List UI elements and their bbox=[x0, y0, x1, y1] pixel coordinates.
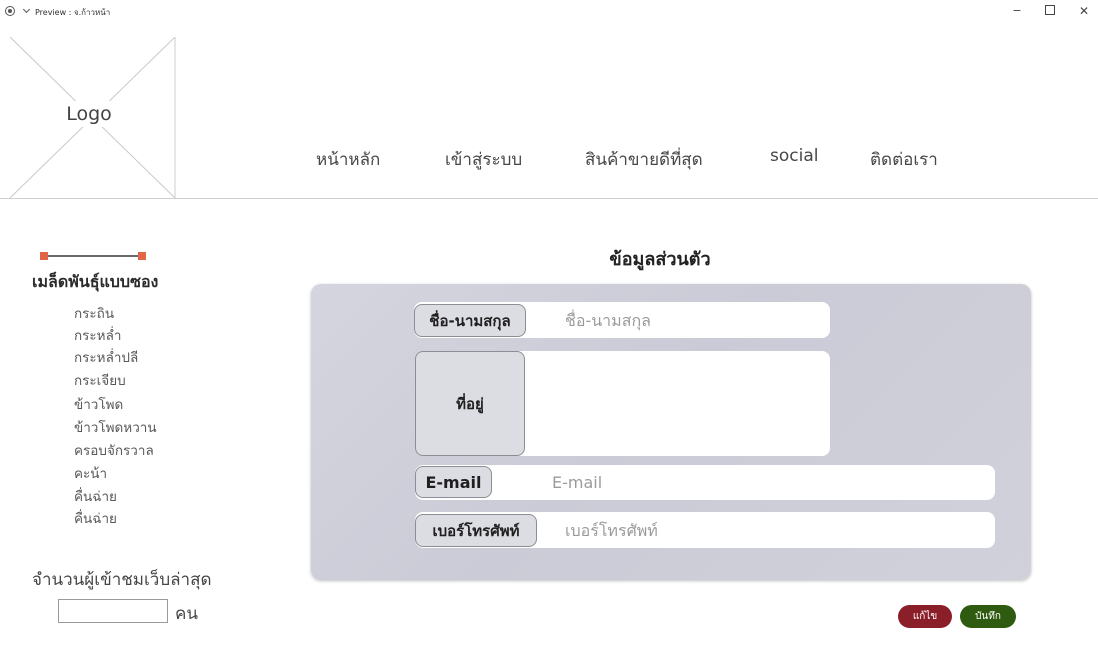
edit-button[interactable]: แก้ไข bbox=[898, 605, 952, 628]
range-slider-handle-min[interactable] bbox=[40, 252, 48, 260]
visitor-count-unit: คน bbox=[175, 604, 198, 624]
window-titlebar bbox=[0, 0, 1098, 22]
email-input[interactable] bbox=[415, 465, 995, 500]
nav-contact[interactable]: ติดต่อเรา bbox=[870, 146, 938, 173]
visitor-count-field[interactable] bbox=[58, 599, 168, 623]
sidebar-item[interactable]: คื่นฉ่าย bbox=[74, 485, 117, 507]
sidebar-item[interactable]: ครอบจักรวาล bbox=[74, 439, 154, 461]
email-row: E-mail bbox=[415, 465, 995, 500]
sidebar-item[interactable]: กระหล่ำ bbox=[74, 324, 121, 346]
address-row: ที่อยู่ bbox=[415, 351, 830, 456]
email-label: E-mail bbox=[415, 466, 492, 498]
save-button[interactable]: บันทึก bbox=[960, 605, 1016, 628]
sidebar-item[interactable]: ข้าวโพด bbox=[74, 393, 123, 415]
minimize-icon[interactable]: − bbox=[1007, 4, 1027, 18]
sidebar-item[interactable]: กระหล่ำปลี bbox=[74, 346, 138, 368]
header-divider bbox=[0, 198, 1098, 199]
nav-bestsellers[interactable]: สินค้าขายดีที่สุด bbox=[585, 146, 703, 173]
nav-home[interactable]: หน้าหลัก bbox=[316, 146, 380, 173]
form-title: ข้อมูลส่วนตัว bbox=[609, 249, 711, 270]
sidebar-item[interactable]: คื่นฉ่าย bbox=[74, 507, 117, 529]
name-row: ชื่อ-นามสกุล bbox=[414, 302, 830, 338]
logo-text: Logo bbox=[10, 101, 168, 127]
address-label: ที่อยู่ bbox=[415, 351, 525, 456]
window-title: Preview : จ.ก้าวหน้า bbox=[35, 8, 111, 17]
sidebar-item[interactable]: กระเจียบ bbox=[74, 369, 126, 391]
phone-row: เบอร์โทรศัพท์ bbox=[415, 512, 995, 548]
sidebar-item[interactable]: คะน้า bbox=[74, 462, 107, 484]
nav-login[interactable]: เข้าสู่ระบบ bbox=[445, 146, 522, 173]
nav-social[interactable]: social bbox=[770, 146, 818, 166]
maximize-icon[interactable] bbox=[1040, 4, 1060, 18]
sidebar-heading: เมล็ดพันธุ์แบบซอง bbox=[32, 272, 159, 291]
phone-label: เบอร์โทรศัพท์ bbox=[415, 514, 537, 547]
range-slider-track[interactable] bbox=[44, 255, 142, 257]
sidebar-item[interactable]: กระถิน bbox=[74, 302, 114, 324]
name-label: ชื่อ-นามสกุล bbox=[414, 304, 526, 337]
sidebar-item[interactable]: ข้าวโพดหวาน bbox=[74, 416, 157, 438]
close-icon[interactable]: ✕ bbox=[1074, 4, 1094, 18]
visitor-count-label: จำนวนผู้เข้าชมเว็บล่าสุด bbox=[32, 570, 212, 590]
logo[interactable]: Logo bbox=[10, 37, 176, 198]
range-slider-handle-max[interactable] bbox=[138, 252, 146, 260]
target-icon[interactable] bbox=[5, 6, 15, 16]
